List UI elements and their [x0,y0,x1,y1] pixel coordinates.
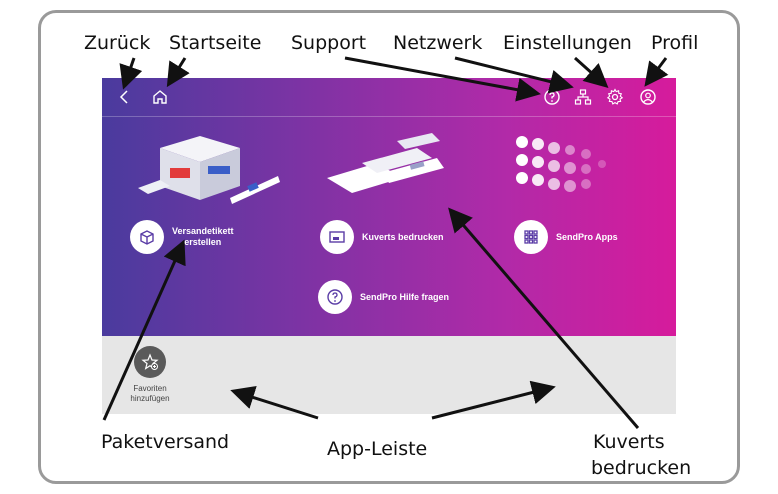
callout-envelopes-line2: bedrucken [591,457,692,479]
add-favorite-label: Favoriten hinzufügen [116,384,184,404]
sendpro-apps-label: SendPro Apps [556,231,618,242]
question-icon [544,89,560,105]
help-tile[interactable]: SendPro Hilfe fragen [318,280,449,314]
parcel-illustration [138,136,280,204]
help-icon-circle [318,280,352,314]
callout-envelopes-line1: Kuverts [593,431,665,453]
apps-icon-circle [514,220,548,254]
app-bar: Favoriten hinzufügen [102,336,676,414]
network-button[interactable] [573,87,593,107]
callout-settings: Einstellungen [503,32,632,54]
callout-support: Support [291,32,367,54]
callout-back: Zurück [84,32,151,54]
back-button[interactable] [114,87,134,107]
help-label: SendPro Hilfe fragen [360,291,450,302]
add-favorite-line1: Favoriten [133,384,167,393]
add-favorite-button[interactable] [134,346,166,378]
print-envelopes-tile[interactable]: Kuverts bedrucken [320,220,444,254]
home-icon [153,90,167,104]
shipping-label-tile[interactable]: Versandetikett erstellen [130,220,234,254]
envelope-icon-circle [320,220,354,254]
callout-app-bar: App-Leiste [327,438,428,460]
print-envelopes-label: Kuverts bedrucken [362,231,444,242]
home-hero: Versandetikett erstellen Kuverts bedruck… [102,78,676,336]
home-button[interactable] [150,87,170,107]
shipping-label-line2: erstellen [184,237,222,247]
shipping-label-line1: Versandetikett [172,226,234,236]
callout-network: Netzwerk [393,32,483,54]
question-circle-icon [327,289,343,305]
user-icon [640,89,656,105]
device-screen: Versandetikett erstellen Kuverts bedruck… [102,78,676,414]
callout-profile: Profil [651,32,699,54]
callout-home: Startseite [169,32,262,54]
envelopes-illustration [327,133,444,193]
envelope-icon [329,231,345,243]
support-button[interactable] [542,87,562,107]
gear-icon [606,88,624,105]
box-icon-circle [130,220,164,254]
top-bar [102,78,676,117]
callout-parcel: Paketversand [101,431,230,453]
profile-button[interactable] [638,87,658,107]
sendpro-apps-tile[interactable]: SendPro Apps [514,220,618,254]
apps-illustration [516,136,606,192]
apps-grid-icon [524,230,538,244]
network-icon [574,89,592,105]
box-icon [140,230,154,245]
back-arrow-icon [119,90,128,104]
shipping-label-text: Versandetikett erstellen [172,226,234,248]
add-favorite-line2: hinzufügen [130,394,170,403]
settings-button[interactable] [605,87,625,107]
star-add-icon [141,353,159,370]
